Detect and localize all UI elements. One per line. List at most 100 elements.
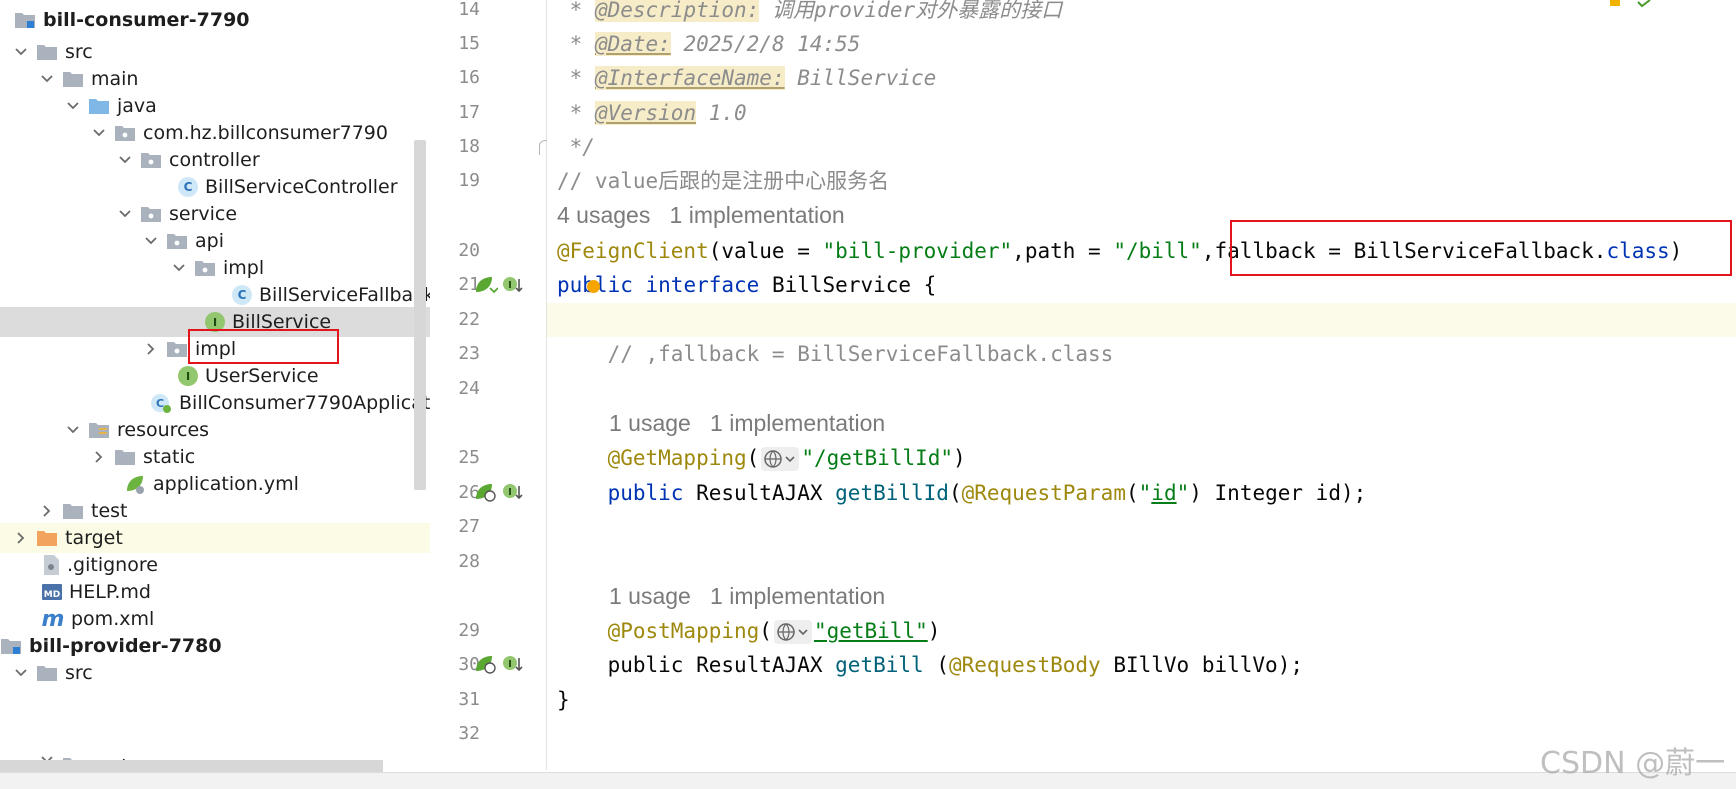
tree-item-bill-provider-7780[interactable]: bill-provider-7780 [0, 631, 430, 661]
tree-item-label: target [65, 527, 123, 549]
excluded-folder-icon [36, 529, 58, 547]
tree-item-label: static [143, 446, 196, 468]
package-icon [166, 340, 188, 358]
web-endpoint-gutter-icon[interactable] [474, 481, 498, 503]
line-number: 16 [458, 67, 480, 88]
chevron-down-icon[interactable] [38, 75, 56, 83]
gitignore-icon [42, 554, 60, 576]
code-line-15: * @Date: 2025/2/8 14:55 [557, 32, 861, 56]
tree-item-label: service [169, 203, 238, 225]
tree-item-src-provider[interactable]: src [0, 658, 430, 688]
module-folder-icon [14, 10, 36, 30]
inspection-widget[interactable] [1610, 0, 1658, 8]
tree-item-userservice[interactable]: I UserService [0, 361, 430, 391]
markdown-icon: MD [42, 584, 62, 600]
chevron-right-icon[interactable] [90, 451, 108, 463]
chevron-down-icon[interactable] [142, 237, 160, 245]
globe-icon[interactable] [761, 447, 800, 471]
tree-item-help-md[interactable]: MD HELP.md [0, 577, 430, 607]
tree-item-main[interactable]: main [0, 64, 430, 94]
tree-item-label: HELP.md [69, 581, 151, 603]
editor-gutter: 14 15 16 17 18 19 20 21 22 23 24 25 26 2… [430, 0, 547, 770]
chevron-right-icon[interactable] [12, 532, 30, 544]
tree-item-static[interactable]: static [0, 442, 430, 472]
implemented-by-gutter-icon[interactable]: I [502, 653, 524, 675]
chevron-down-icon[interactable] [90, 129, 108, 137]
package-icon [194, 259, 216, 277]
current-line-highlight [547, 303, 1736, 337]
code-line-18: */ [557, 135, 595, 159]
tree-item-label: main [91, 68, 139, 90]
line-number: 14 [458, 0, 480, 20]
code-line-23: // ,fallback = BillServiceFallback.class [557, 342, 1114, 366]
tree-item-application-yml[interactable]: application.yml [0, 469, 430, 499]
tree-item-billservicefallback[interactable]: C BillServiceFallback [0, 280, 430, 310]
web-endpoint-gutter-icon[interactable] [474, 653, 498, 675]
tree-item-src[interactable]: src [0, 37, 430, 67]
intention-bulb-icon[interactable] [587, 280, 600, 293]
code-line-25: @GetMapping("/getBillId") [607, 446, 966, 471]
code-line-26: public ResultAJAX getBillId(@RequestPara… [607, 481, 1367, 505]
line-number: 15 [458, 33, 480, 54]
code-line-17: * @Version 1.0 [557, 101, 747, 125]
check-icon[interactable] [1636, 0, 1658, 8]
tree-item-api[interactable]: api [0, 226, 430, 256]
tree-item-label: UserService [205, 365, 319, 387]
code-editor[interactable]: * @Description: 调用provider对外暴露的接口 * @Dat… [547, 0, 1736, 770]
code-vision-hint[interactable]: 1 usage 1 implementation [609, 406, 885, 440]
warning-icon[interactable] [1610, 0, 1632, 8]
chevron-down-icon[interactable] [64, 426, 82, 434]
tree-item-bill-consumer-7790[interactable]: bill-consumer-7790 [0, 5, 430, 35]
code-vision-hint[interactable]: 4 usages 1 implementation [557, 198, 845, 232]
spring-boot-class-icon: C [150, 392, 172, 414]
tree-item-label: BillServiceController [205, 176, 398, 198]
tree-item-label: BillServiceFallback [259, 284, 430, 306]
chevron-down-icon[interactable] [116, 156, 134, 164]
tree-item-controller[interactable]: controller [0, 145, 430, 175]
folder-icon [36, 43, 58, 61]
tree-item-service[interactable]: service [0, 199, 430, 229]
tree-item-resources[interactable]: resources [0, 415, 430, 445]
line-number: 19 [458, 170, 480, 191]
tree-item-billservicecontroller[interactable]: C BillServiceController [0, 172, 430, 202]
line-number: 28 [458, 551, 480, 572]
implemented-by-gutter-icon[interactable]: I [502, 274, 524, 296]
line-number: 24 [458, 378, 480, 399]
svg-text:I: I [508, 280, 512, 291]
chevron-down-icon[interactable] [12, 48, 30, 56]
tree-item-target[interactable]: target [0, 523, 430, 553]
tree-vertical-scrollbar[interactable] [414, 140, 426, 490]
tree-item-billconsumer-application[interactable]: C BillConsumer7790Application [0, 388, 430, 418]
tree-item-label: application.yml [153, 473, 299, 495]
svg-text:I: I [508, 659, 512, 670]
implemented-by-gutter-icon[interactable]: I [502, 481, 524, 503]
chevron-down-icon[interactable] [170, 264, 188, 272]
line-number: 29 [458, 620, 480, 641]
tree-item-java[interactable]: java [0, 91, 430, 121]
highlight-box-billservice [188, 329, 339, 364]
package-icon [140, 151, 162, 169]
tree-item-label: com.hz.billconsumer7790 [143, 122, 388, 144]
chevron-right-icon[interactable] [38, 505, 56, 517]
chevron-right-icon[interactable] [142, 343, 160, 355]
code-line-31: } [557, 688, 570, 712]
tree-item-test[interactable]: test [0, 496, 430, 526]
tree-item-label: src [65, 662, 93, 684]
globe-icon[interactable] [773, 620, 812, 644]
spring-bean-gutter-icon[interactable] [474, 274, 498, 296]
status-bar [0, 772, 1736, 789]
tree-item-label: resources [117, 419, 210, 441]
chevron-down-icon[interactable] [64, 102, 82, 110]
tree-item-pom-xml[interactable]: m pom.xml [0, 604, 430, 634]
code-vision-hint[interactable]: 1 usage 1 implementation [609, 579, 885, 613]
tree-item-gitignore[interactable]: .gitignore [0, 550, 430, 580]
line-number: 23 [458, 343, 480, 364]
tree-item-impl-expanded[interactable]: impl [0, 253, 430, 283]
svg-text:C: C [156, 397, 164, 410]
tree-item-package-root[interactable]: com.hz.billconsumer7790 [0, 118, 430, 148]
tree-horizontal-scrollbar[interactable] [0, 760, 383, 772]
chevron-down-icon[interactable] [12, 669, 30, 677]
code-line-16: * @InterfaceName: BillService [557, 66, 937, 90]
folder-icon [62, 70, 84, 88]
chevron-down-icon[interactable] [116, 210, 134, 218]
